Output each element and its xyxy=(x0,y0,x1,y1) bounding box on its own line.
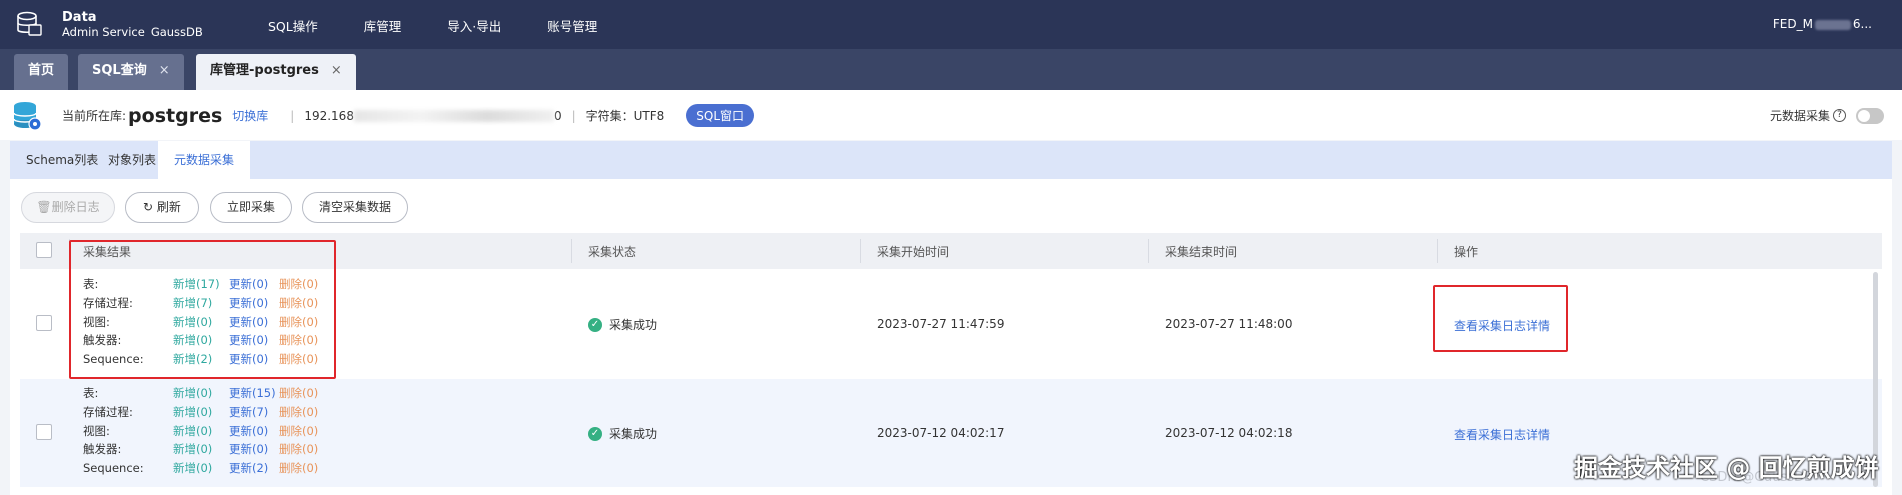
column-divider xyxy=(1437,239,1438,263)
column-divider xyxy=(1148,239,1149,263)
ip-suffix: 0 xyxy=(553,108,562,123)
metadata-toggle-label: 元数据采集 xyxy=(1769,109,1830,123)
start-time: 2023-07-27 11:47:59 xyxy=(877,317,1005,331)
redacted-ip xyxy=(353,109,554,122)
trash-icon: 🗑 xyxy=(36,200,52,214)
clear-collected-data-button[interactable]: 清空采集数据 xyxy=(302,192,408,223)
tab-label: 首页 xyxy=(28,63,55,78)
tab-label: 库管理-postgres xyxy=(210,63,319,78)
brand-line2: Admin Service xyxy=(62,25,145,39)
row-checkbox[interactable] xyxy=(36,424,52,440)
result-line: 触发器: 新增(0) 更新(0) 删除(0) xyxy=(83,442,319,457)
help-icon[interactable]: ? xyxy=(1833,109,1846,122)
view-log-detail-link[interactable]: 查看采集日志详情 xyxy=(1454,426,1550,443)
status-text: 采集成功 xyxy=(609,318,658,332)
redacted-block xyxy=(1814,19,1851,30)
brand-product: GaussDB xyxy=(150,25,203,39)
collection-status: ✓ 采集成功 xyxy=(588,425,657,442)
check-circle-icon: ✓ xyxy=(588,426,602,441)
status-text: 采集成功 xyxy=(609,427,658,441)
row-checkbox[interactable] xyxy=(36,315,52,331)
database-logo-icon xyxy=(17,11,42,36)
database-icon xyxy=(13,102,42,131)
menu-db-manage[interactable]: 库管理 xyxy=(364,16,402,35)
juejin-watermark: 掘金技术社区 @ 回忆煎成饼 xyxy=(1574,454,1879,482)
delete-log-button[interactable]: 🗑删除日志 xyxy=(21,192,115,223)
column-divider xyxy=(860,239,861,263)
divider: | xyxy=(571,108,576,123)
menu-import-export[interactable]: 导入·导出 xyxy=(447,16,501,35)
header-start-time: 采集开始时间 xyxy=(877,245,950,259)
start-time: 2023-07-12 04:02:17 xyxy=(877,426,1005,440)
end-time: 2023-07-27 11:48:00 xyxy=(1165,317,1293,331)
tab-sql-query[interactable]: SQL查询 × xyxy=(78,54,184,90)
header-action: 操作 xyxy=(1454,245,1479,259)
collection-result: 表: 新增(0) 更新(15) 删除(0) 存储过程: 新增(0) 更新(7) 删除(0) … xyxy=(83,384,318,478)
tab-db-manage-postgres[interactable]: 库管理-postgres × xyxy=(196,54,356,90)
close-icon[interactable]: × xyxy=(159,63,170,78)
current-db-label: 当前所在库: xyxy=(62,109,127,123)
highlight-box-action xyxy=(1433,285,1568,352)
sql-window-button[interactable]: SQL窗口 xyxy=(686,104,755,127)
user-menu[interactable]: FED_M 6... xyxy=(1773,17,1872,31)
end-time: 2023-07-12 04:02:18 xyxy=(1165,426,1293,440)
top-nav-bar: Data Admin Service GaussDB SQL操作 库管理 导入·导… xyxy=(0,0,1902,49)
select-all-checkbox[interactable] xyxy=(36,242,52,258)
menu-account-manage[interactable]: 账号管理 xyxy=(547,16,597,35)
tab-bar: 首页 SQL查询 × 库管理-postgres × xyxy=(0,49,1902,90)
metadata-collection-switch: 元数据采集 ? xyxy=(1770,107,1884,124)
refresh-icon: ↻ xyxy=(143,200,157,214)
result-line: Sequence: 新增(0) 更新(2) 删除(0) xyxy=(83,461,319,476)
header-status: 采集状态 xyxy=(588,245,637,259)
sub-tab-bar: Schema列表 对象列表 元数据采集 xyxy=(10,141,1892,179)
tab-label: SQL查询 xyxy=(92,63,147,78)
refresh-button[interactable]: ↻ 刷新 xyxy=(125,192,199,223)
user-name-prefix: FED_M xyxy=(1772,17,1813,31)
highlight-box-results xyxy=(69,240,336,379)
switch-db-link[interactable]: 切换库 xyxy=(232,107,268,124)
close-icon[interactable]: × xyxy=(331,63,342,78)
menu-sql-ops[interactable]: SQL操作 xyxy=(268,16,318,35)
ip-prefix: 192.168 xyxy=(304,108,354,123)
result-line: 视图: 新增(0) 更新(0) 删除(0) xyxy=(83,423,319,438)
charset: 字符集：UTF8 xyxy=(585,109,665,123)
collection-status: ✓ 采集成功 xyxy=(588,316,657,333)
result-line: 表: 新增(0) 更新(15) 删除(0) xyxy=(83,386,319,400)
collect-now-button[interactable]: 立即采集 xyxy=(210,192,292,223)
result-line: 存储过程: 新增(0) 更新(7) 删除(0) xyxy=(83,404,319,419)
main-menu: SQL操作 库管理 导入·导出 账号管理 xyxy=(268,16,643,35)
divider: | xyxy=(290,108,295,123)
delete-log-label: 删除日志 xyxy=(51,200,100,214)
subtab-metadata-collection[interactable]: 元数据采集 xyxy=(158,141,251,179)
refresh-label: 刷新 xyxy=(156,200,181,214)
metadata-toggle[interactable] xyxy=(1856,107,1884,124)
brand: Data Admin Service GaussDB xyxy=(62,10,203,40)
header-end-time: 采集结束时间 xyxy=(1165,245,1238,259)
db-info: 当前所在库: postgres 切换库 | 192.168 0 | 字符集：UT… xyxy=(62,104,755,127)
check-circle-icon: ✓ xyxy=(588,317,602,332)
column-divider xyxy=(571,239,572,263)
user-name-suffix: 6... xyxy=(1852,17,1872,31)
tab-home[interactable]: 首页 xyxy=(14,54,69,90)
current-db-name: postgres xyxy=(128,104,223,127)
brand-line1: Data xyxy=(62,10,97,25)
